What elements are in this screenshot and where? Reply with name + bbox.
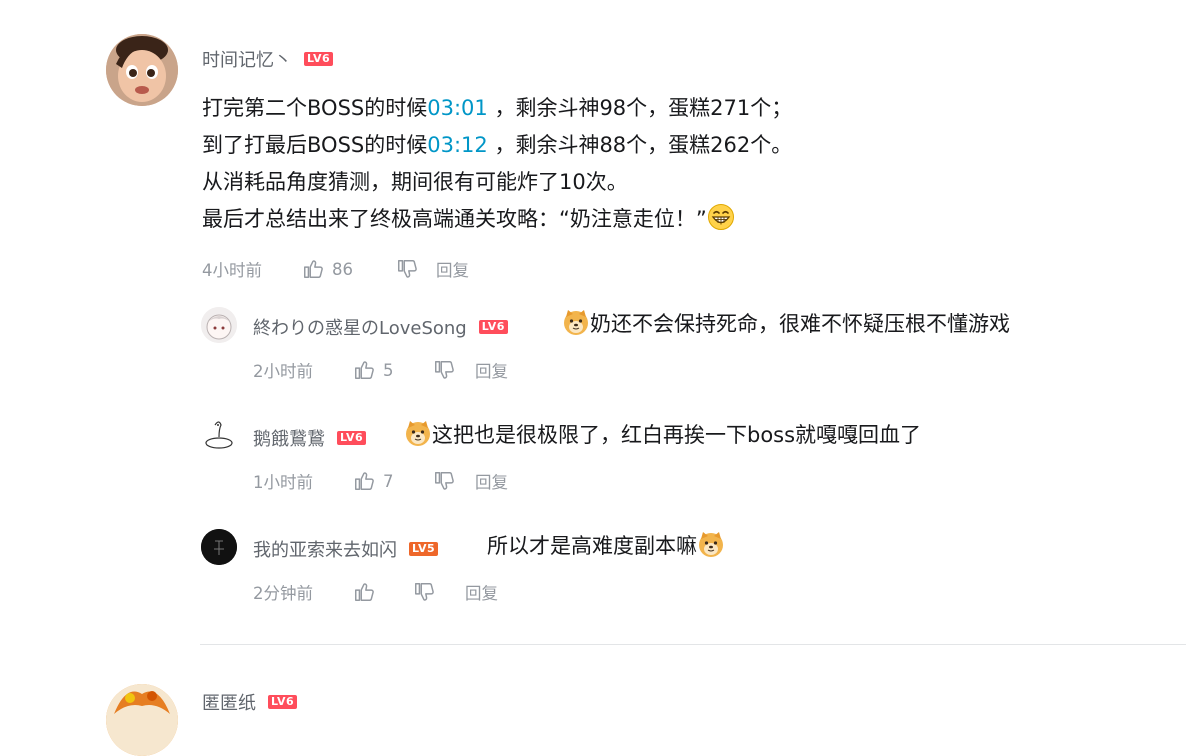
comment-meta: 2分钟前 回复 — [253, 580, 498, 604]
username-text[interactable]: 終わりの惑星のLoveSong — [253, 314, 467, 340]
avatar[interactable] — [201, 307, 237, 343]
reply-button[interactable]: 回复 — [475, 469, 508, 493]
comment-line: 到了打最后BOSS的时候03:12 ，剩余斗神88个，蛋糕262个。 — [202, 127, 792, 164]
doge-emoji — [562, 308, 590, 336]
avatar-image — [106, 684, 178, 756]
reply-content: 这把也是很极限了，红白再挨一下boss就嘎嘎回血了 — [404, 417, 921, 454]
avatar[interactable] — [201, 529, 237, 565]
avatar-image — [201, 417, 237, 453]
comment-text: 到了打最后BOSS的时候 — [202, 133, 428, 157]
reply-content: 所以才是高难度副本嘛 — [487, 528, 725, 565]
avatar-image — [201, 529, 237, 565]
username-text[interactable]: 时间记忆丶 — [202, 46, 292, 72]
username-text[interactable]: 鹅餓鵞鵞 — [253, 425, 325, 451]
reply-button[interactable]: 回复 — [436, 257, 469, 281]
level-badge: LV6 — [337, 431, 367, 445]
like-button[interactable]: 86 — [302, 258, 396, 280]
comment-line: 打完第二个BOSS的时候03:01 ，剩余斗神98个，蛋糕271个； — [202, 90, 792, 127]
comment-text: 所以才是高难度副本嘛 — [487, 534, 697, 558]
level-badge: LV6 — [304, 52, 334, 66]
comment-time: 2分钟前 — [253, 584, 313, 603]
grin-emoji — [707, 203, 735, 231]
username-text[interactable]: 匿匿纸 — [202, 689, 256, 715]
comment-meta: 2小时前 5 回复 — [253, 358, 508, 382]
like-count: 5 — [383, 360, 394, 380]
reply-button[interactable]: 回复 — [465, 580, 498, 604]
thumb-up-icon — [353, 359, 375, 381]
username-text[interactable]: 我的亚索来去如闪 — [253, 536, 397, 562]
username[interactable]: 終わりの惑星のLoveSong LV6 — [253, 314, 508, 340]
avatar[interactable] — [106, 34, 178, 106]
timestamp-link[interactable]: 03:12 — [427, 133, 488, 157]
doge-emoji — [404, 419, 432, 447]
avatar[interactable] — [201, 417, 237, 453]
comment-time: 4小时前 — [202, 261, 262, 280]
level-badge: LV6 — [478, 320, 508, 334]
thumb-up-icon — [302, 258, 324, 280]
like-button[interactable]: 5 — [353, 359, 433, 381]
like-count: 7 — [383, 471, 394, 491]
dislike-button[interactable] — [396, 258, 436, 280]
level-badge: LV5 — [409, 542, 439, 556]
comment-text: 最后才总结出来了终极高端通关攻略：“奶注意走位！” — [202, 207, 707, 231]
comment-text: ，剩余斗神88个，蛋糕262个。 — [487, 133, 793, 157]
comment-time: 2小时前 — [253, 362, 313, 381]
thumb-down-icon — [396, 258, 418, 280]
dislike-button[interactable] — [413, 581, 465, 603]
thumb-down-icon — [433, 359, 455, 381]
avatar-image — [106, 34, 178, 106]
reply-button[interactable]: 回复 — [475, 358, 508, 382]
comment-line: 从消耗品角度猜测，期间很有可能炸了10次。 — [202, 170, 628, 194]
comment-line: 最后才总结出来了终极高端通关攻略：“奶注意走位！” — [202, 201, 792, 238]
like-button[interactable]: 7 — [353, 470, 433, 492]
username[interactable]: 时间记忆丶 LV6 — [202, 46, 334, 72]
thumb-down-icon — [413, 581, 435, 603]
reply-content: 奶还不会保持死命，很难不怀疑压根不懂游戏 — [562, 306, 1010, 343]
comment-text: 这把也是很极限了，红白再挨一下boss就嘎嘎回血了 — [432, 423, 922, 447]
like-button[interactable] — [353, 581, 413, 603]
dislike-button[interactable] — [433, 359, 475, 381]
dislike-button[interactable] — [433, 470, 475, 492]
thumb-up-icon — [353, 470, 375, 492]
comment-divider — [200, 644, 1186, 645]
avatar-image — [201, 307, 237, 343]
username[interactable]: 我的亚索来去如闪 LV5 — [253, 536, 439, 562]
comment-text: 打完第二个BOSS的时候 — [202, 96, 428, 120]
thumb-up-icon — [353, 581, 375, 603]
avatar[interactable] — [106, 684, 178, 756]
thumb-down-icon — [433, 470, 455, 492]
comment-meta: 4小时前 86 回复 — [202, 257, 469, 281]
comment-text: 奶还不会保持死命，很难不怀疑压根不懂游戏 — [590, 312, 1010, 336]
comment-meta: 1小时前 7 回复 — [253, 469, 508, 493]
comment-content: 打完第二个BOSS的时候03:01 ，剩余斗神98个，蛋糕271个； 到了打最后… — [202, 90, 792, 238]
comment-text: ，剩余斗神98个，蛋糕271个； — [487, 96, 793, 120]
username[interactable]: 鹅餓鵞鵞 LV6 — [253, 425, 367, 451]
username[interactable]: 匿匿纸 LV6 — [202, 689, 298, 715]
comment-time: 1小时前 — [253, 473, 313, 492]
like-count: 86 — [332, 259, 353, 279]
level-badge: LV6 — [268, 695, 298, 709]
doge-emoji — [697, 530, 725, 558]
timestamp-link[interactable]: 03:01 — [427, 96, 488, 120]
